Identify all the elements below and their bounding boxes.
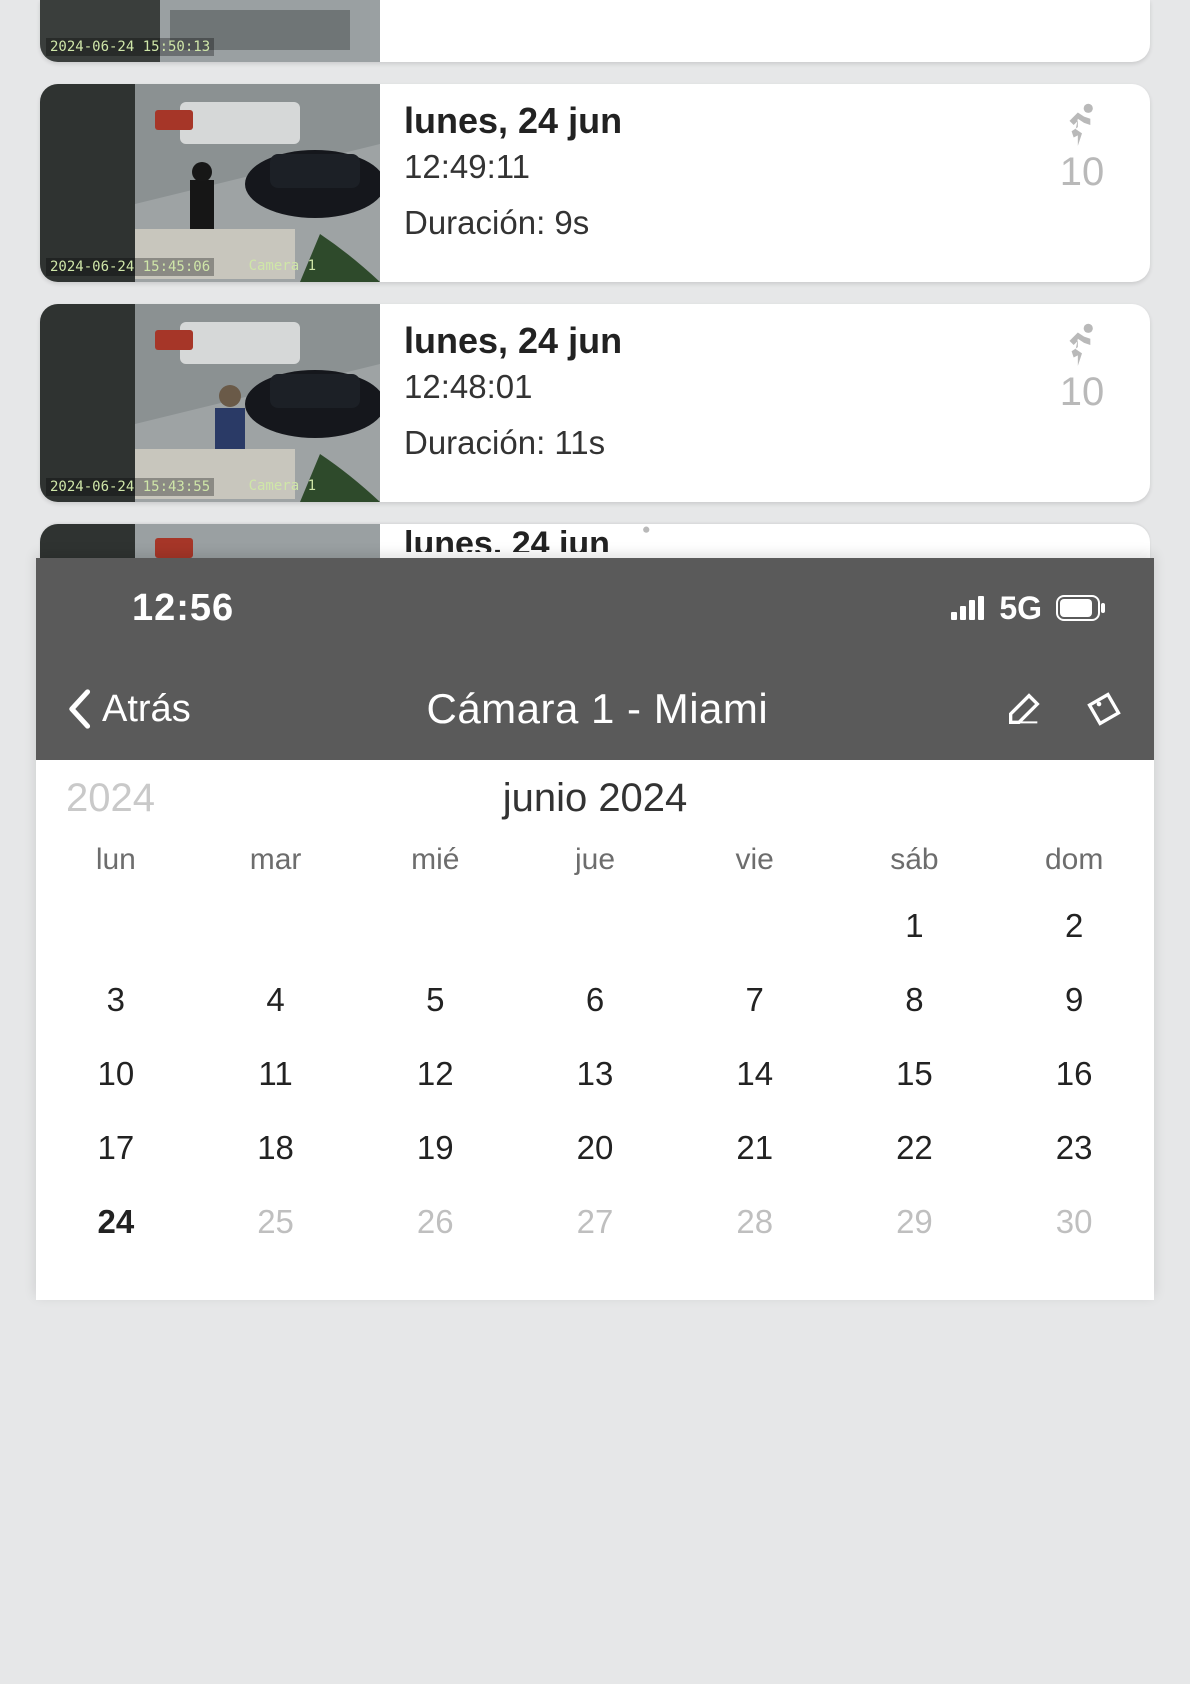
calendar-day[interactable]: 24 xyxy=(36,1185,196,1259)
tag-icon[interactable] xyxy=(1084,689,1124,729)
calendar-day[interactable]: 19 xyxy=(355,1111,515,1185)
nav-bar: Atrás Cámara 1 - Miami xyxy=(36,658,1154,760)
calendar-dow: lun xyxy=(36,835,196,889)
calendar-day[interactable]: 13 xyxy=(515,1037,675,1111)
year-faded-label[interactable]: 2024 xyxy=(66,776,206,821)
edit-icon[interactable] xyxy=(1004,689,1044,729)
page-title: Cámara 1 - Miami xyxy=(191,685,1004,733)
calendar-day[interactable]: 10 xyxy=(36,1037,196,1111)
calendar-day[interactable]: 23 xyxy=(994,1111,1154,1185)
thumb-camera-label: Camera 1 xyxy=(249,478,316,494)
event-thumbnail: 2024-06-24 15:43:55 Camera 1 xyxy=(40,304,380,502)
calendar-day[interactable]: 1 xyxy=(835,889,995,963)
calendar-dow: dom xyxy=(994,835,1154,889)
event-thumbnail: 2024-06-24 15:50:13 xyxy=(40,0,380,62)
phone-panel: 12:56 5G A xyxy=(36,558,1154,1300)
calendar: 2024 junio 2024 lunmarmiéjueviesábdom...… xyxy=(36,760,1154,1259)
calendar-day[interactable]: 18 xyxy=(196,1111,356,1185)
calendar-day[interactable]: 29 xyxy=(835,1185,995,1259)
event-card-partial-bottom[interactable]: lunes, 24 jun xyxy=(40,524,1150,558)
event-time: 12:48:01 xyxy=(404,368,1038,406)
month-label: junio 2024 xyxy=(206,776,984,821)
calendar-day[interactable]: 9 xyxy=(994,963,1154,1037)
signal-icon xyxy=(951,596,985,620)
event-thumbnail: 2024-06-24 15:45:06 Camera 1 xyxy=(40,84,380,282)
chevron-left-icon xyxy=(66,689,92,729)
back-button[interactable]: Atrás xyxy=(66,688,191,731)
motion-count: 10 xyxy=(1060,370,1105,415)
calendar-day[interactable]: 2 xyxy=(994,889,1154,963)
calendar-day[interactable]: 30 xyxy=(994,1185,1154,1259)
event-thumbnail xyxy=(40,524,380,558)
thumb-timestamp: 2024-06-24 15:45:06 xyxy=(46,258,214,276)
running-person-icon xyxy=(1057,100,1107,150)
calendar-day[interactable]: 12 xyxy=(355,1037,515,1111)
calendar-day[interactable]: 15 xyxy=(835,1037,995,1111)
event-card[interactable]: 2024-06-24 15:43:55 Camera 1 lunes, 24 j… xyxy=(40,304,1150,502)
status-time: 12:56 xyxy=(84,587,234,630)
calendar-dow: mar xyxy=(196,835,356,889)
thumb-timestamp: 2024-06-24 15:43:55 xyxy=(46,478,214,496)
network-label: 5G xyxy=(999,590,1042,627)
back-label: Atrás xyxy=(102,688,191,731)
calendar-day[interactable]: 14 xyxy=(675,1037,835,1111)
calendar-day[interactable]: 11 xyxy=(196,1037,356,1111)
motion-badge: 10 xyxy=(1038,100,1126,195)
calendar-day[interactable]: 27 xyxy=(515,1185,675,1259)
calendar-day[interactable]: 20 xyxy=(515,1111,675,1185)
calendar-grid: lunmarmiéjueviesábdom.....12345678910111… xyxy=(36,835,1154,1259)
calendar-day[interactable]: 28 xyxy=(675,1185,835,1259)
running-person-icon xyxy=(1057,320,1107,370)
calendar-day[interactable]: 21 xyxy=(675,1111,835,1185)
event-date: lunes, 24 jun xyxy=(404,100,1038,142)
event-card-partial-top[interactable]: 2024-06-24 15:50:13 xyxy=(40,0,1150,62)
event-duration: Duración: 9s xyxy=(404,204,1038,242)
motion-badge xyxy=(610,524,698,558)
thumb-camera-label: Camera 1 xyxy=(249,258,316,274)
calendar-day[interactable]: 26 xyxy=(355,1185,515,1259)
running-person-icon xyxy=(625,524,659,558)
event-time: 12:49:11 xyxy=(404,148,1038,186)
calendar-dow: jue xyxy=(515,835,675,889)
calendar-day[interactable]: 17 xyxy=(36,1111,196,1185)
calendar-day[interactable]: 25 xyxy=(196,1185,356,1259)
calendar-day[interactable]: 3 xyxy=(36,963,196,1037)
calendar-dow: vie xyxy=(675,835,835,889)
calendar-day[interactable]: 16 xyxy=(994,1037,1154,1111)
calendar-day[interactable]: 8 xyxy=(835,963,995,1037)
calendar-day[interactable]: 6 xyxy=(515,963,675,1037)
event-card[interactable]: 2024-06-24 15:45:06 Camera 1 lunes, 24 j… xyxy=(40,84,1150,282)
event-date: lunes, 24 jun xyxy=(404,320,1038,362)
status-bar: 12:56 5G xyxy=(36,558,1154,658)
motion-count: 10 xyxy=(1060,150,1105,195)
calendar-day[interactable]: 22 xyxy=(835,1111,995,1185)
calendar-dow: sáb xyxy=(835,835,995,889)
calendar-day[interactable]: 4 xyxy=(196,963,356,1037)
motion-badge: 10 xyxy=(1038,320,1126,415)
calendar-day[interactable]: 7 xyxy=(675,963,835,1037)
calendar-dow: mié xyxy=(355,835,515,889)
event-duration: Duración: 11s xyxy=(404,424,1038,462)
event-date: lunes, 24 jun xyxy=(380,524,610,552)
calendar-day[interactable]: 5 xyxy=(355,963,515,1037)
battery-icon xyxy=(1056,595,1106,621)
thumb-timestamp: 2024-06-24 15:50:13 xyxy=(46,38,214,56)
